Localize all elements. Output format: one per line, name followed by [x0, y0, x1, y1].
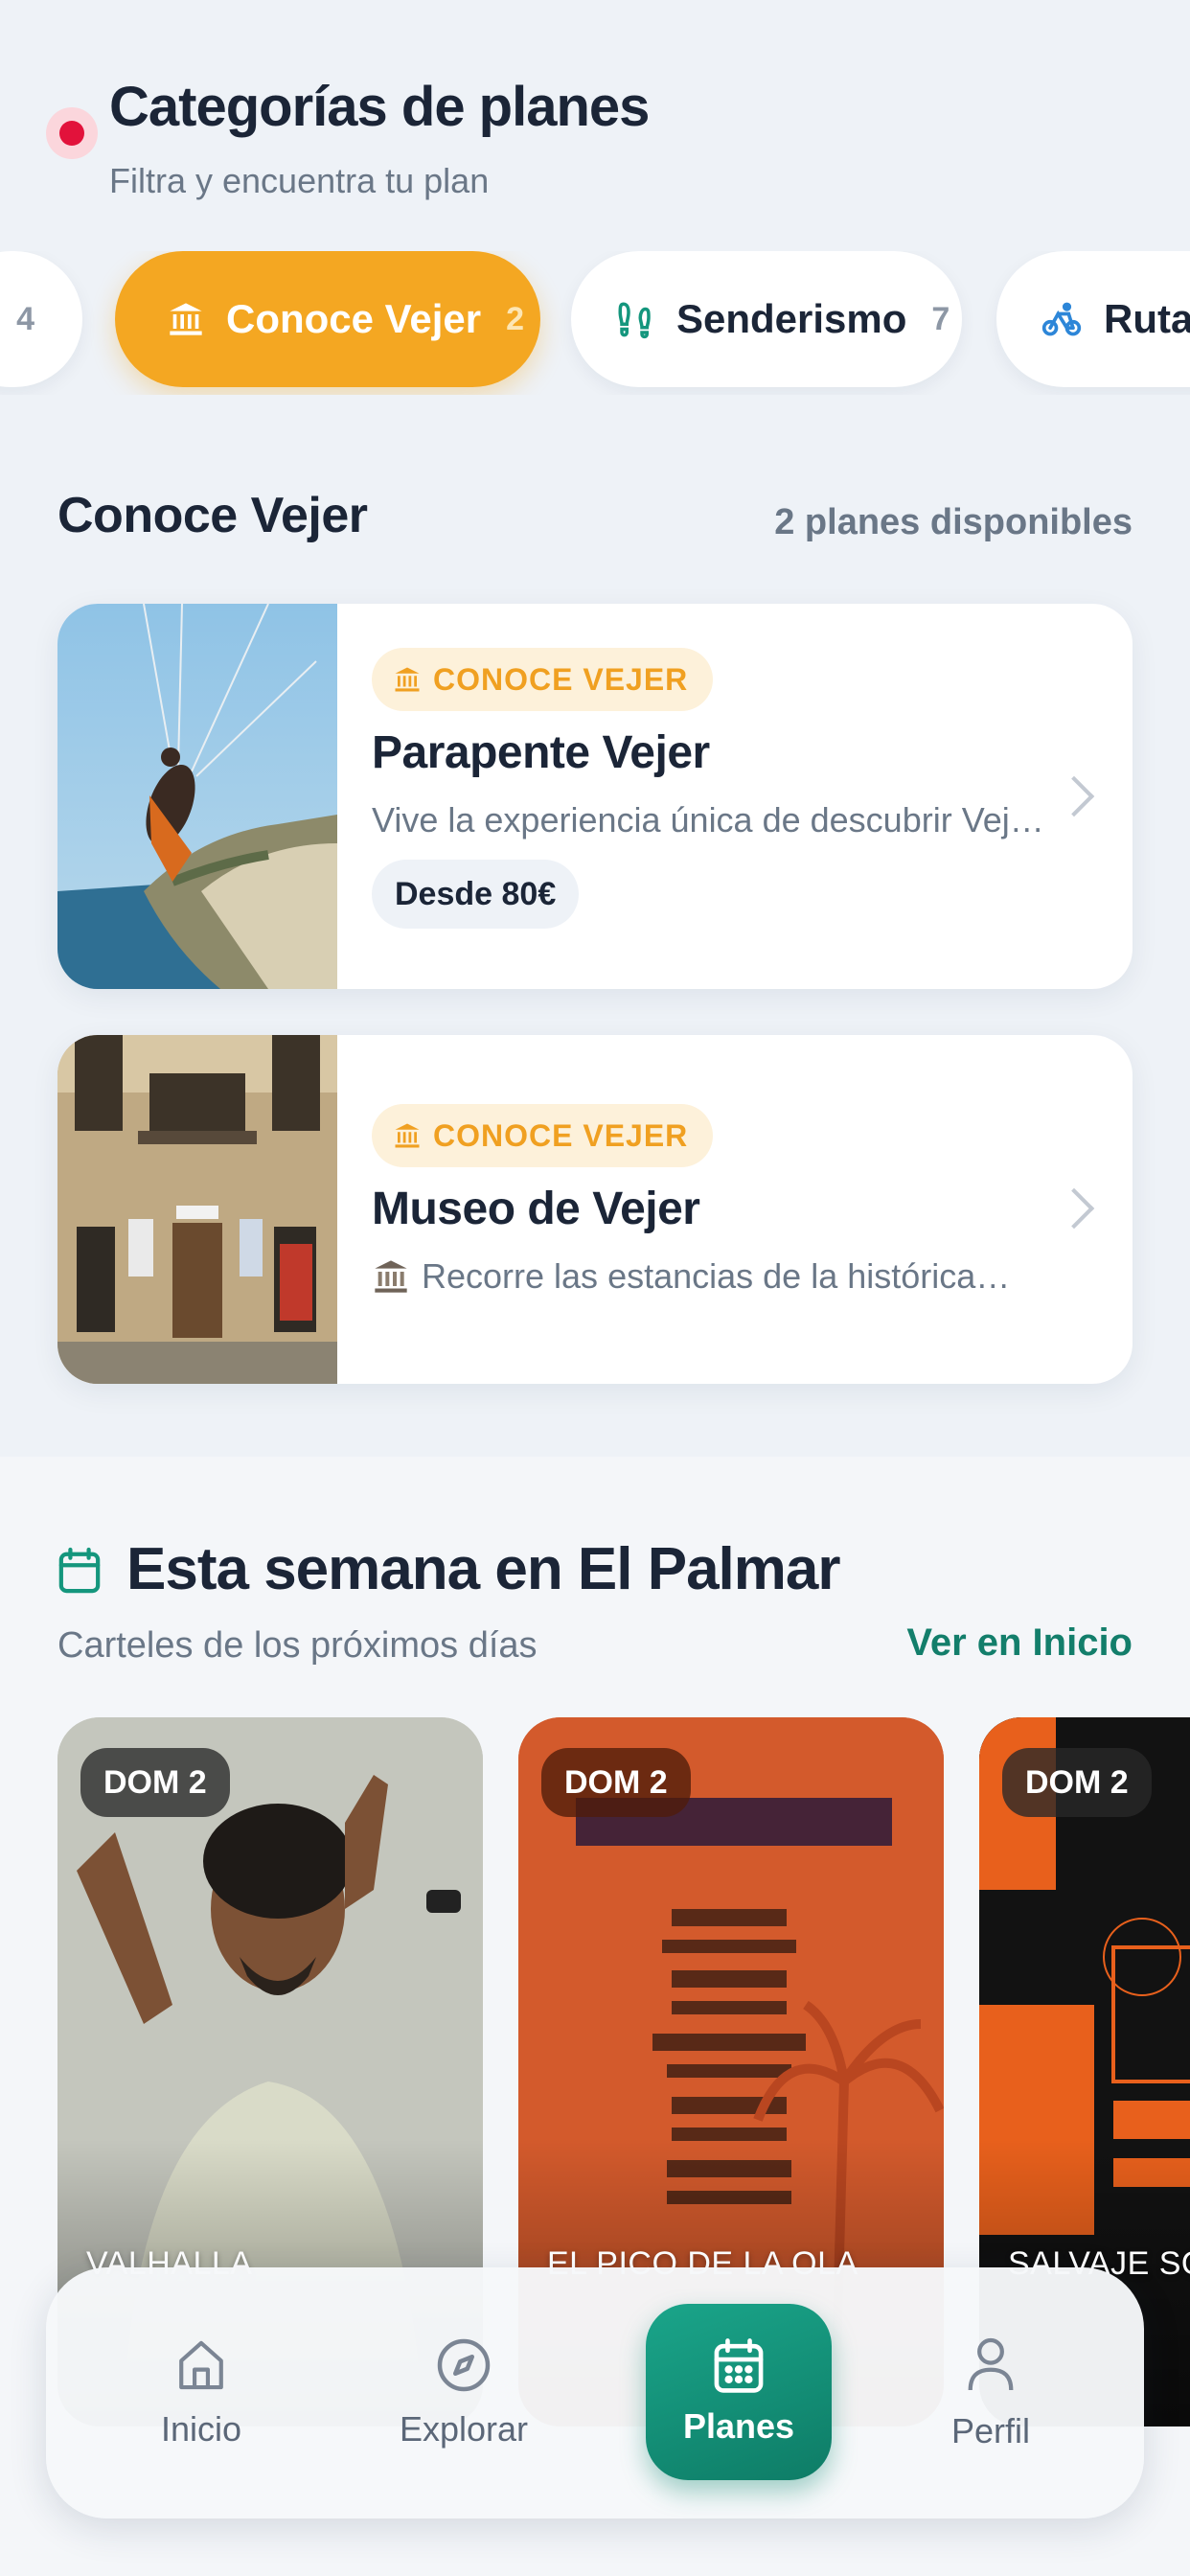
- nav-item-planes[interactable]: Planes: [646, 2304, 832, 2480]
- museum-icon: [395, 1123, 420, 1148]
- plan-badge-label: CONOCE VEJER: [433, 661, 689, 697]
- plan-title: Museo de Vejer: [372, 1184, 700, 1234]
- footprints-icon: [618, 302, 651, 339]
- plan-image-museum: [57, 1035, 337, 1384]
- calendar-icon: [58, 1547, 101, 1594]
- bike-icon: [1041, 302, 1082, 336]
- category-chip-previous[interactable]: 4: [0, 251, 82, 387]
- plan-badge: CONOCE VEJER: [372, 648, 714, 711]
- poster-date: DOM 2: [541, 1748, 691, 1817]
- plan-title: Parapente Vejer: [372, 727, 710, 778]
- page-subtitle: Filtra y encuentra tu plan: [109, 161, 490, 200]
- user-icon: [968, 2337, 1014, 2391]
- app-screen: Categorías de planes Filtra y encuentra …: [0, 0, 1190, 2576]
- plan-image-paragliding: [57, 604, 337, 989]
- plan-description: Vive la experiencia única de descubrir V…: [372, 800, 1056, 840]
- chevron-right-icon: [1053, 1187, 1095, 1230]
- section-title: Conoce Vejer: [57, 488, 368, 543]
- chevron-right-icon: [1053, 775, 1095, 817]
- category-chips: 4 Conoce Vejer 2 Senderismo 7 Ruta: [0, 251, 1190, 395]
- plan-description-row: Recorre las estancias de la histórica…: [372, 1256, 1056, 1297]
- category-count: 7: [931, 300, 950, 337]
- category-chip-rutas[interactable]: Rutas: [996, 251, 1190, 387]
- category-count: 2: [506, 300, 525, 337]
- category-chip-senderismo[interactable]: Senderismo 7: [571, 251, 962, 387]
- section-count: 2 planes disponibles: [774, 502, 1133, 542]
- category-label: Senderismo: [676, 296, 907, 341]
- category-label: Conoce Vejer: [226, 296, 482, 341]
- bottom-nav: Inicio Explorar Planes Perfil: [46, 2267, 1144, 2518]
- page-title: Categorías de planes: [109, 76, 650, 138]
- plan-badge: CONOCE VEJER: [372, 1104, 714, 1167]
- poster-date: DOM 2: [1002, 1748, 1152, 1817]
- nav-label: Inicio: [160, 2409, 242, 2449]
- nav-label: Perfil: [950, 2411, 1031, 2450]
- home-icon: [179, 2340, 223, 2390]
- plan-description: Recorre las estancias de la histórica…: [422, 1256, 1011, 1296]
- compass-icon: [437, 2338, 491, 2392]
- week-title: Esta semana en El Palmar: [126, 1536, 841, 1602]
- nav-label: Explorar: [399, 2409, 529, 2449]
- plan-price: Desde 80€: [372, 860, 580, 929]
- category-label: Rutas: [1104, 296, 1190, 341]
- plan-card[interactable]: CONOCE VEJER Parapente Vejer Vive la exp…: [57, 604, 1133, 989]
- nav-item-explorar[interactable]: Explorar: [368, 2267, 560, 2518]
- plan-badge-label: CONOCE VEJER: [433, 1117, 689, 1153]
- museum-icon: [170, 303, 202, 335]
- week-subtitle: Carteles de los próximos días: [57, 1625, 538, 1666]
- nav-label: Planes: [682, 2406, 795, 2446]
- see-in-home-link[interactable]: Ver en Inicio: [906, 1622, 1133, 1665]
- museum-icon: [395, 667, 420, 692]
- status-dot-icon: [46, 107, 98, 159]
- calendar-icon: [714, 2338, 764, 2393]
- nav-item-perfil[interactable]: Perfil: [895, 2267, 1087, 2518]
- plan-card[interactable]: CONOCE VEJER Museo de Vejer Recorre las …: [57, 1035, 1133, 1384]
- museum-emoji-icon: [375, 1260, 407, 1293]
- nav-item-inicio[interactable]: Inicio: [105, 2267, 297, 2518]
- category-chip-conoce-vejer[interactable]: Conoce Vejer 2: [115, 251, 540, 387]
- poster-date: DOM 2: [80, 1748, 230, 1817]
- category-count: 4: [16, 300, 34, 337]
